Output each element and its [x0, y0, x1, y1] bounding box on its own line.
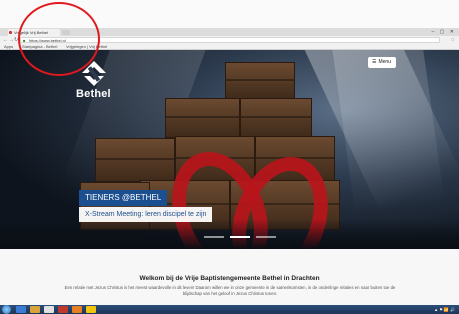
windows-taskbar: ▲ ⚑ 📶 🔊	[0, 305, 459, 314]
slider-dot[interactable]	[204, 236, 224, 238]
intro-paragraph: Een relatie met Jezus Christus is het me…	[64, 285, 396, 296]
red-annotation-circle	[18, 2, 100, 76]
stage-light-beam	[330, 50, 445, 215]
app-icon[interactable]	[72, 306, 82, 313]
system-tray[interactable]: ▲ ⚑ 📶 🔊	[434, 306, 455, 313]
slider-dot[interactable]	[256, 236, 276, 238]
explorer-icon[interactable]	[30, 306, 40, 313]
crate-image	[165, 98, 240, 138]
window-controls[interactable]: – ▢ ✕	[432, 29, 456, 35]
crate-image	[95, 138, 175, 182]
welcome-section: Welkom bij de Vrije Baptistengemeente Be…	[0, 249, 459, 305]
ie-icon[interactable]	[16, 306, 26, 313]
app-icon[interactable]	[58, 306, 68, 313]
favicon-icon	[9, 31, 12, 34]
menu-button[interactable]: ☰ Menu	[368, 57, 396, 68]
menu-button-label: Menu	[378, 59, 391, 65]
hero-caption-link[interactable]: X-Stream Meeting: leren discipel te zijn	[79, 207, 213, 222]
app-icon[interactable]	[86, 306, 96, 313]
menu-bars-icon: ☰	[372, 59, 377, 65]
hero-banner[interactable]: Bethel ☰ Menu TIENERS @BETHEL X-Stream Me…	[0, 50, 459, 249]
crate-image	[225, 62, 295, 100]
logo-text: Bethel	[76, 88, 111, 100]
slider-dots	[204, 236, 284, 239]
back-arrow-icon[interactable]: ←	[3, 37, 8, 43]
stage-floor	[0, 219, 459, 249]
welcome-title: Welkom bij de Vrije Baptistengemeente Be…	[139, 275, 320, 282]
hero-category-tag[interactable]: TIENERS @BETHEL	[79, 190, 168, 206]
crate-image	[240, 98, 312, 138]
star-icon[interactable]: ☆	[451, 37, 455, 43]
chrome-icon[interactable]	[44, 306, 54, 313]
slider-dot-active[interactable]	[230, 236, 250, 238]
windows-start-icon[interactable]	[2, 305, 11, 314]
